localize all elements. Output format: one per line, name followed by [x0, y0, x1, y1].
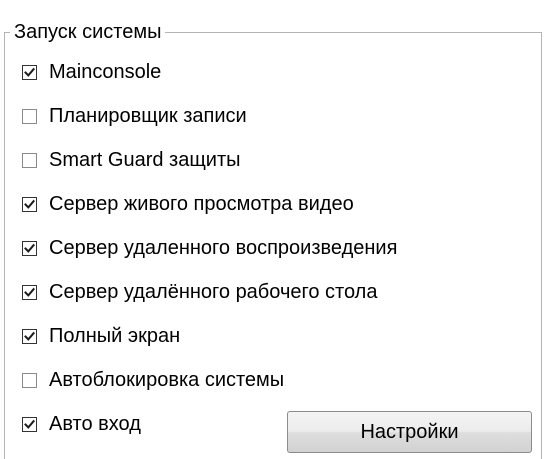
option-label: Планировщик записи — [49, 105, 247, 127]
option-system-autolock[interactable]: Автоблокировка системы — [22, 360, 284, 400]
option-mainconsole[interactable]: Mainconsole — [22, 52, 161, 92]
check-mark-icon — [24, 419, 35, 429]
settings-button[interactable]: Настройки — [287, 411, 532, 453]
full-screen-checkbox[interactable] — [22, 328, 37, 344]
option-label: Сервер удаленного воспроизведения — [49, 237, 398, 259]
option-label: Smart Guard защиты — [49, 149, 241, 171]
live-view-server-checkbox[interactable] — [22, 196, 37, 212]
option-recording-scheduler[interactable]: Планировщик записи — [22, 96, 247, 136]
option-label: Авто вход — [49, 413, 141, 435]
group-title: Запуск системы — [10, 19, 166, 45]
system-autolock-checkbox[interactable] — [22, 372, 37, 388]
mainconsole-checkbox[interactable] — [22, 64, 37, 80]
option-live-view-server[interactable]: Сервер живого просмотра видео — [22, 184, 354, 224]
recording-scheduler-checkbox[interactable] — [22, 108, 37, 124]
option-label: Сервер живого просмотра видео — [49, 193, 354, 215]
smart-guard-checkbox[interactable] — [22, 152, 37, 168]
check-mark-icon — [24, 331, 35, 341]
check-mark-icon — [24, 243, 35, 253]
option-remote-desktop-server[interactable]: Сервер удалённого рабочего стола — [22, 272, 377, 312]
option-label: Автоблокировка системы — [49, 369, 285, 391]
check-mark-icon — [24, 287, 35, 297]
option-label: Mainconsole — [49, 61, 162, 83]
remote-desktop-server-checkbox[interactable] — [22, 284, 37, 300]
option-smart-guard[interactable]: Smart Guard защиты — [22, 140, 241, 180]
check-mark-icon — [24, 67, 35, 77]
option-auto-login[interactable]: Авто вход — [22, 404, 141, 444]
option-remote-playback-server[interactable]: Сервер удаленного воспроизведения — [22, 228, 397, 268]
option-label: Полный экран — [49, 325, 181, 347]
remote-playback-server-checkbox[interactable] — [22, 240, 37, 256]
option-full-screen[interactable]: Полный экран — [22, 316, 180, 356]
startup-settings-panel: Запуск системы Mainconsole Планировщик з… — [0, 0, 548, 459]
option-label: Сервер удалённого рабочего стола — [49, 281, 378, 303]
auto-login-checkbox[interactable] — [22, 416, 37, 432]
check-mark-icon — [24, 199, 35, 209]
